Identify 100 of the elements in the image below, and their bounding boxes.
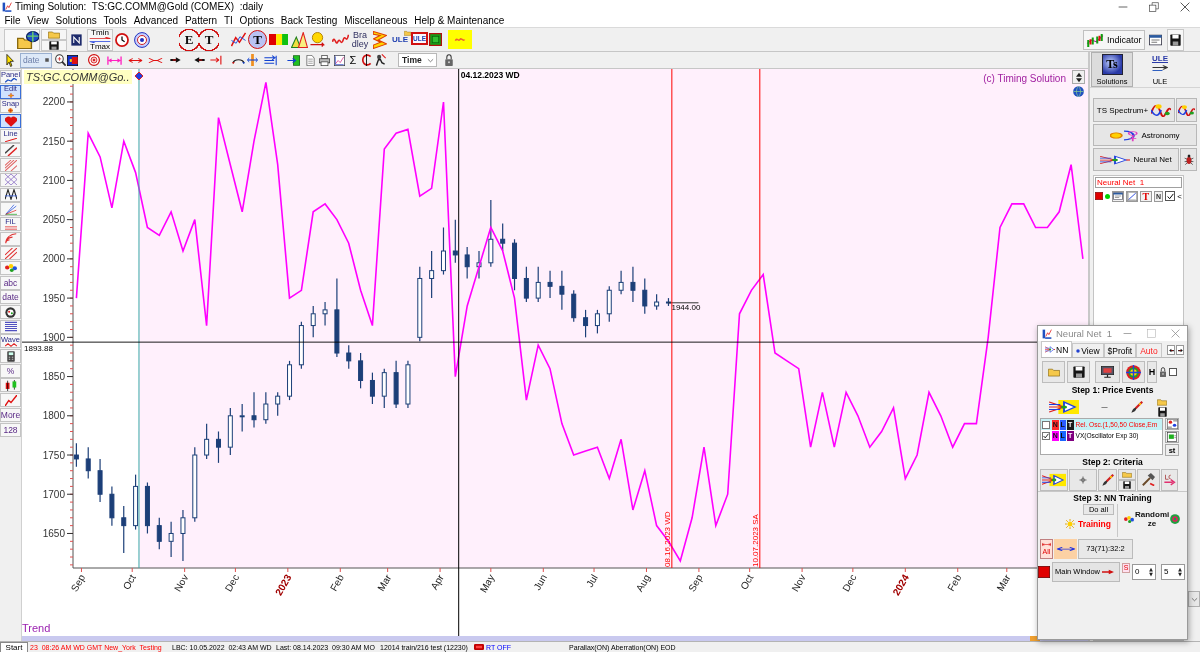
close-icon [1170,329,1180,338]
price-candle [618,270,624,295]
toolbar-button[interactable]: ULE [389,28,411,51]
menu-item[interactable]: Tools [100,14,131,27]
axis-label: 2050 [42,214,65,226]
section-title: Step 1: Price Events [1070,384,1155,396]
sum-button[interactable]: Σ [348,52,358,68]
tab[interactable]: View [1072,343,1104,357]
range-button[interactable] [1054,538,1077,559]
drawing-tool[interactable]: More [0,407,21,422]
menu-item[interactable]: TI [220,14,237,27]
drawing-tool[interactable]: date [0,290,21,305]
number-field[interactable]: 0 [1132,563,1156,580]
menu-item[interactable]: Miscellaneous [340,14,411,27]
tab-scroll-left[interactable] [1167,345,1175,355]
zoom-button[interactable] [54,52,66,68]
menu-item[interactable]: Back Testing [277,14,341,27]
tab[interactable]: NN [1041,341,1073,357]
drawing-tool[interactable] [0,143,21,158]
drawing-tool[interactable] [0,319,21,334]
toolbar-button[interactable] [263,52,277,68]
chart-icon [333,54,345,66]
lock-button[interactable] [443,52,455,68]
price-candle [583,309,589,338]
document-icon [1167,432,1177,442]
toolbar-button[interactable]: Tmin Tmax [87,28,113,51]
number-field[interactable]: 5 [1161,563,1185,580]
checkbox[interactable] [1042,420,1050,429]
edit-button[interactable] [1098,468,1117,491]
start-button[interactable]: Start [0,641,28,652]
date-button[interactable]: date [20,52,52,68]
diamond-marker-icon [134,71,144,81]
toolbar-button[interactable]: T [199,28,219,51]
maximize-icon [1146,329,1156,338]
chart-button[interactable] [1126,190,1138,202]
menu-item[interactable]: Advanced [130,14,182,27]
drawing-tool[interactable]: % [0,363,21,378]
drawing-tool[interactable]: abc [0,275,21,290]
save-button[interactable] [1067,361,1090,383]
model-name-field[interactable]: Neural Net 1 [1095,177,1182,188]
drawing-tool[interactable] [0,349,21,364]
list-tool-button[interactable] [1165,418,1179,430]
list-tool-button[interactable] [1165,431,1179,443]
training-button[interactable]: Training [1064,517,1111,531]
save-button[interactable] [1167,28,1184,51]
toolbar-button[interactable] [66,52,78,68]
target-button[interactable] [1122,361,1145,383]
astronomy-button[interactable]: Astronomy [1093,124,1197,146]
toolbar-button[interactable] [374,52,386,68]
drawing-tool[interactable] [0,187,21,202]
text-button[interactable]: T [1140,190,1152,202]
toolbar-button[interactable]: T [248,30,267,49]
toolbar-button[interactable] [4,28,40,51]
save-button[interactable] [1118,479,1136,491]
toolbar-button[interactable]: Bra dley [350,28,370,51]
window-button[interactable] [1112,190,1124,202]
toolbar-button[interactable] [286,52,300,68]
network-button[interactable] [1040,468,1068,491]
randomize-button[interactable]: Randomi ze [1124,504,1182,534]
time-select[interactable]: Time [398,53,437,67]
toolbar-button[interactable] [361,52,372,68]
print-button[interactable] [318,52,330,68]
menu-item[interactable]: Options [236,14,278,27]
monitor-button[interactable] [1095,361,1120,383]
save-button[interactable] [41,39,67,51]
checkbox[interactable] [1042,431,1050,440]
toolbar-button[interactable]: E [179,28,199,51]
bug-button[interactable] [1180,148,1197,171]
toolbar-button[interactable] [1137,468,1160,491]
price-candle [642,277,648,315]
h-button[interactable]: H [1147,361,1157,383]
pointer-button[interactable] [3,52,16,68]
menu-item[interactable]: Help & Maintenance [410,14,508,27]
line-chart-icon [1127,191,1137,201]
tab[interactable]: $Profit [1103,343,1137,357]
menu-item[interactable]: View [23,14,53,27]
tab-scroll-right[interactable] [1176,345,1184,355]
drawing-tool[interactable] [0,305,21,319]
collapse-label[interactable]: < [1177,191,1182,201]
checkbox[interactable] [1169,368,1177,376]
scroll-button[interactable] [1072,70,1085,84]
menu-item[interactable]: Pattern [181,14,221,27]
app-logo: Ts [1101,54,1123,75]
wave-button[interactable] [1176,98,1197,122]
spectrum-button[interactable]: TS Spectrum+ [1093,98,1175,122]
squiggle-icon [332,32,349,47]
price-candle [405,360,411,409]
drawing-tool[interactable] [0,260,21,275]
network-icon [1045,345,1055,354]
axis-label: 2150 [42,135,65,147]
drawing-tool[interactable] [0,378,21,393]
horizontal-scrollbar[interactable] [22,636,1088,641]
chevron-down-icon [1190,596,1198,602]
indicator-button[interactable]: Indicator [1083,29,1145,50]
checkbox[interactable] [1165,191,1176,201]
menu-item[interactable]: Solutions [52,14,101,27]
drawing-tool[interactable]: 128 [0,422,21,437]
save-button[interactable] [1156,406,1168,417]
neural-net-button[interactable]: Neural Net [1093,148,1179,171]
menu-item[interactable]: File [1,14,24,27]
